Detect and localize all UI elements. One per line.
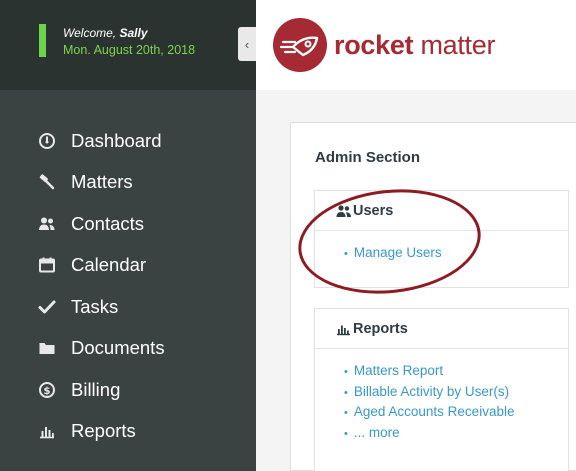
users-box-title: Users (353, 202, 394, 219)
nav-item-tasks[interactable]: Tasks (0, 286, 256, 328)
current-date: Mon. August 20th, 2018 (63, 43, 196, 57)
brand-word-rocket: rocket (334, 30, 414, 60)
page-title: Admin Section (315, 149, 421, 166)
manage-users-link[interactable]: • Manage Users (344, 243, 568, 264)
users-box-header: Users (315, 191, 568, 231)
users-link-list: • Manage Users (315, 231, 568, 264)
users-icon (336, 204, 352, 218)
bar-chart-icon (336, 322, 352, 336)
reports-box-title: Reports (353, 320, 408, 337)
main-content: rocket matter Admin Section Users • Manag… (256, 0, 576, 471)
aged-ar-link[interactable]: • Aged Accounts Receivable (344, 402, 568, 423)
calendar-icon (38, 255, 60, 275)
nav-item-matters[interactable]: Matters (0, 162, 256, 204)
main-nav: Dashboard Matters Contacts Calendar Task… (0, 120, 256, 452)
nav-item-calendar[interactable]: Calendar (0, 245, 256, 287)
billable-activity-link[interactable]: • Billable Activity by User(s) (344, 382, 568, 403)
nav-label: Matters (71, 171, 133, 193)
matters-report-link[interactable]: • Matters Report (344, 361, 568, 382)
nav-item-billing[interactable]: $ Billing (0, 369, 256, 411)
welcome-user-name: Sally (119, 26, 148, 40)
welcome-accent-bar (39, 24, 46, 57)
reports-box-header: Reports (315, 309, 568, 349)
checkmark-icon (38, 297, 60, 317)
nav-label: Dashboard (71, 129, 162, 151)
nav-item-reports[interactable]: Reports (0, 411, 256, 453)
nav-label: Tasks (71, 295, 119, 317)
nav-label: Reports (71, 420, 136, 442)
reports-box: Reports • Matters Report • Billable Activi… (314, 308, 569, 471)
users-box: Users • Manage Users (314, 190, 569, 288)
brand-word-matter: matter (413, 30, 496, 60)
svg-text:$: $ (44, 386, 51, 397)
dashboard-gauge-icon (38, 131, 60, 151)
bar-chart-icon (38, 421, 60, 441)
nav-label: Billing (71, 378, 121, 400)
reports-link-list: • Matters Report • Billable Activity by Us… (315, 349, 568, 443)
folder-icon (38, 338, 60, 358)
top-bar: rocket matter (256, 0, 576, 90)
nav-label: Contacts (71, 212, 145, 234)
gavel-icon (38, 172, 60, 192)
more-reports-link[interactable]: •... more (344, 423, 568, 444)
nav-item-documents[interactable]: Documents (0, 328, 256, 370)
chevron-left-icon: ‹ (244, 36, 250, 52)
welcome-message: Welcome, Sally (63, 26, 148, 40)
nav-item-contacts[interactable]: Contacts (0, 203, 256, 245)
admin-panel: Admin Section Users • Manage Users Repor… (290, 122, 576, 471)
dollar-circle-icon: $ (38, 380, 60, 400)
nav-item-dashboard[interactable]: Dashboard (0, 120, 256, 162)
sidebar: Welcome, Sally Mon. August 20th, 2018 ‹ … (0, 0, 256, 471)
collapse-sidebar-button[interactable]: ‹ (238, 27, 256, 61)
nav-label: Calendar (71, 254, 147, 276)
rocket-logo-icon[interactable] (273, 18, 327, 72)
contacts-people-icon (38, 214, 60, 234)
nav-label: Documents (71, 337, 165, 359)
welcome-prefix: Welcome, (63, 26, 120, 40)
app-window: Welcome, Sally Mon. August 20th, 2018 ‹ … (0, 0, 576, 471)
brand-wordmark: rocket matter (334, 30, 495, 61)
